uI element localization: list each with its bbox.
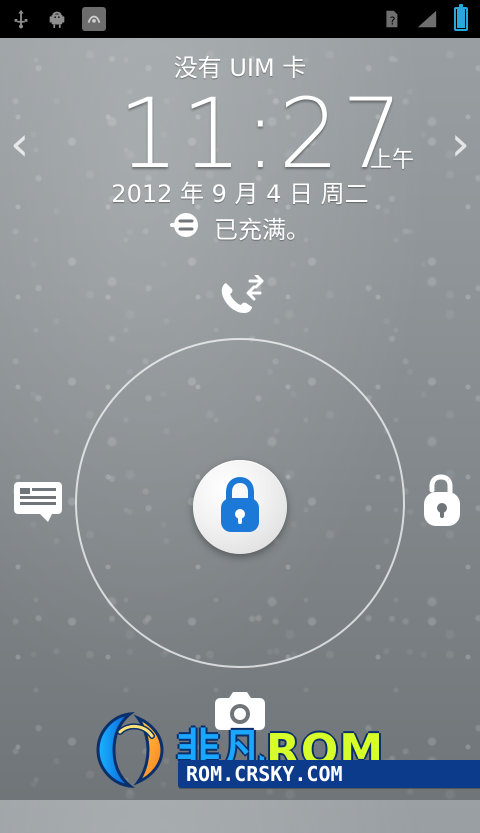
chevron-left-icon[interactable]: ‹: [10, 120, 29, 168]
signal-icon: [416, 8, 438, 30]
unlock-handle[interactable]: [193, 460, 287, 554]
watermark: 非凡ROM ROM.CRSKY.COM: [86, 702, 480, 794]
call-forward-icon: [212, 273, 268, 321]
clock: 11:27 上午: [0, 78, 480, 190]
message-icon[interactable]: [12, 480, 64, 524]
charging-plug-icon: [170, 211, 204, 245]
status-right-icons: ?: [380, 4, 470, 31]
usb-icon: [10, 8, 32, 30]
clock-ampm: 上午: [370, 148, 415, 173]
no-sim-icon: ?: [380, 8, 402, 30]
watermark-url: ROM.CRSKY.COM: [178, 760, 480, 788]
chevron-right-icon[interactable]: ›: [451, 120, 470, 168]
date-text: 2012 年 9 月 4 日 周二: [111, 180, 369, 208]
android-debug-icon: [46, 8, 68, 30]
app-notification-icon: [82, 7, 106, 31]
watermark-logo-icon: [96, 711, 164, 789]
status-left-icons: [10, 7, 106, 31]
charge-status: 已充满。: [0, 210, 480, 245]
battery-icon: [452, 4, 470, 31]
svg-text:?: ?: [390, 15, 396, 28]
battery-outline: [454, 4, 468, 31]
charge-status-text: 已充满。: [214, 216, 310, 244]
unlock-icon[interactable]: [420, 474, 464, 530]
lock-icon: [221, 476, 259, 532]
battery-fill: [457, 8, 465, 28]
status-bar: ?: [0, 0, 480, 38]
